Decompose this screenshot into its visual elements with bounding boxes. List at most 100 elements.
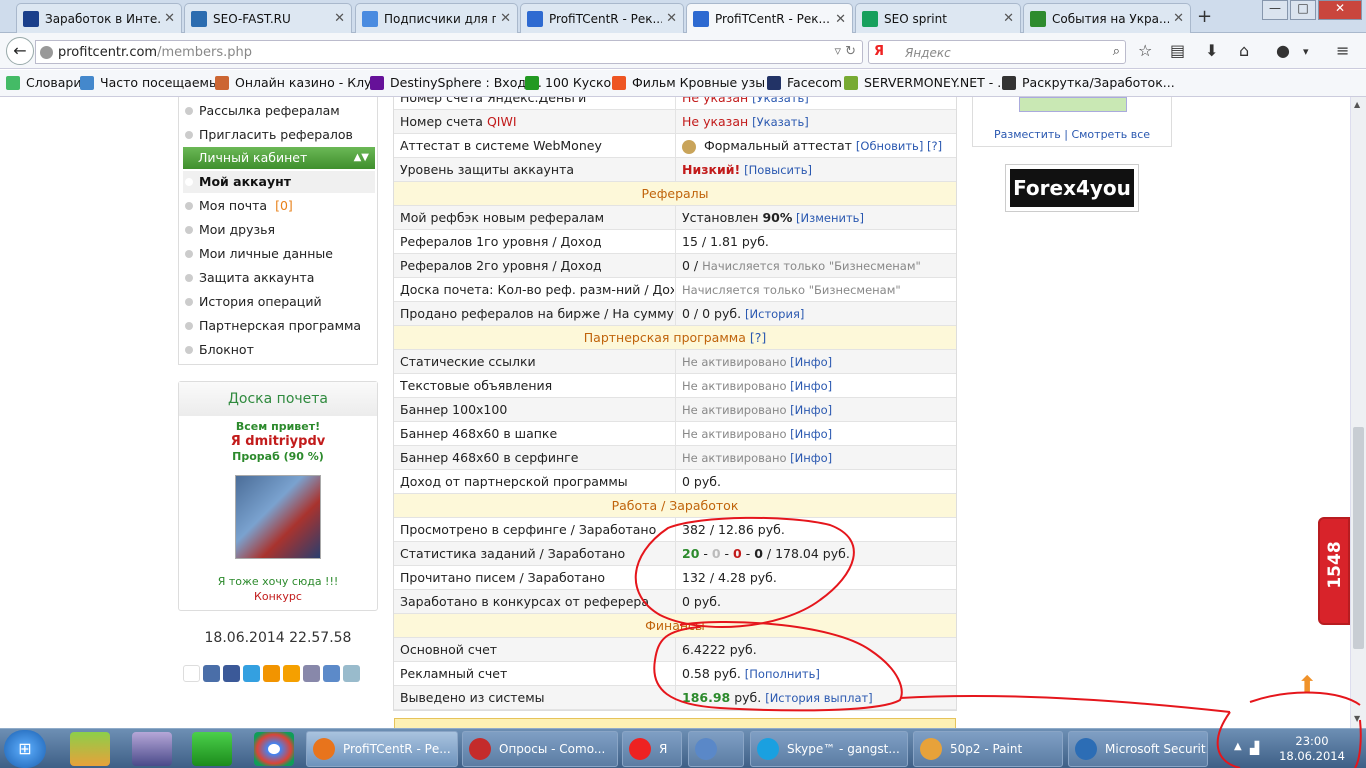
close-icon[interactable]: ✕ bbox=[1003, 11, 1014, 26]
forex-banner[interactable]: Forex4you bbox=[1005, 164, 1139, 212]
taskbar-window-2[interactable]: Опросы - Сomo... bbox=[462, 731, 618, 767]
twitter-icon[interactable] bbox=[243, 665, 260, 682]
new-tab-button[interactable]: + bbox=[1197, 6, 1212, 27]
close-icon[interactable]: ✕ bbox=[1173, 11, 1184, 26]
row-link[interactable]: [Инфо] bbox=[790, 451, 832, 465]
row-link[interactable]: [Пополнить] bbox=[745, 667, 820, 681]
start-button[interactable]: ⊞ bbox=[4, 730, 46, 768]
game-pin-icon[interactable] bbox=[132, 732, 172, 766]
sidebar-section-cabinet[interactable]: Личный кабинет ▲▼ bbox=[183, 147, 375, 169]
bookmark-5[interactable]: 100 Кусков bbox=[525, 75, 619, 90]
taskbar-window-5[interactable]: Skype™ - gangst... bbox=[750, 731, 908, 767]
tab-7[interactable]: События на Укра... ✕ bbox=[1023, 3, 1191, 33]
taskbar-window-7[interactable]: Microsoft Securit... bbox=[1068, 731, 1208, 767]
scroll-top-icon[interactable]: ⬆ bbox=[1297, 671, 1317, 699]
vk-icon[interactable] bbox=[203, 665, 220, 682]
tab-4[interactable]: ProfiTCentR - Рек... ✕ bbox=[520, 3, 684, 33]
tab-2[interactable]: SEO-FAST.RU ✕ bbox=[184, 3, 352, 33]
close-icon[interactable]: ✕ bbox=[835, 12, 846, 27]
tab-1[interactable]: Заработок в Инте... ✕ bbox=[16, 3, 182, 33]
reload-icon[interactable]: ▿ ↻ bbox=[834, 44, 856, 59]
collapse-icon[interactable]: ▲▼ bbox=[354, 147, 369, 169]
pen-icon[interactable] bbox=[303, 665, 320, 682]
sidebar-item-security[interactable]: Защита аккаунта bbox=[185, 270, 314, 285]
taskbar-window-4[interactable] bbox=[688, 731, 744, 767]
a-pin-icon[interactable] bbox=[192, 732, 232, 766]
row-link[interactable]: [Изменить] bbox=[792, 211, 864, 225]
url-bar[interactable]: profitcentr.com/members.php ▿ ↻ bbox=[35, 40, 863, 64]
close-icon[interactable]: ✕ bbox=[666, 11, 677, 26]
row-link[interactable]: [Указать] bbox=[752, 115, 809, 129]
maximize-button[interactable]: □ bbox=[1290, 0, 1316, 20]
row-link[interactable]: [Инфо] bbox=[790, 403, 832, 417]
bookmark-2[interactable]: Часто посещаемые bbox=[80, 75, 227, 90]
row-link[interactable]: [История выплат] bbox=[765, 691, 872, 705]
scroll-down-icon[interactable]: ▼ bbox=[1354, 714, 1360, 723]
tab-5[interactable]: ProfiTCentR - Рек... ✕ bbox=[686, 3, 853, 34]
bookmark-7[interactable]: Facecom bbox=[767, 75, 842, 90]
signal-icon[interactable]: ▟ bbox=[1250, 741, 1259, 755]
banner-links[interactable]: Разместить | Смотреть все bbox=[973, 128, 1171, 141]
facebook-icon[interactable] bbox=[223, 665, 240, 682]
close-window-button[interactable]: ✕ bbox=[1318, 0, 1362, 20]
sidebar-item-personal-data[interactable]: Мои личные данные bbox=[185, 246, 333, 261]
close-icon[interactable]: ✕ bbox=[164, 11, 175, 26]
back-button[interactable]: ← bbox=[6, 37, 34, 65]
taskbar-window-3[interactable]: Я bbox=[622, 731, 682, 767]
chrome-icon[interactable] bbox=[254, 732, 294, 766]
close-icon[interactable]: ✕ bbox=[334, 11, 345, 26]
row-link[interactable]: [Инфо] bbox=[790, 427, 832, 441]
settings-icon[interactable] bbox=[343, 665, 360, 682]
tab-3[interactable]: Подписчики для г... ✕ bbox=[355, 3, 518, 33]
sidebar-item-mail-refs[interactable]: Рассылка рефералам bbox=[185, 103, 340, 118]
taskbar-window-1[interactable]: ProfiTCentR - Ре... bbox=[306, 731, 458, 767]
sidebar-item-invite-refs[interactable]: Пригласить рефералов bbox=[185, 127, 353, 142]
addon-icon[interactable]: ● bbox=[1276, 41, 1290, 60]
sidebar-item-partner[interactable]: Партнерская программа bbox=[185, 318, 361, 333]
help-link[interactable]: [?] bbox=[750, 330, 766, 345]
walker-icon[interactable] bbox=[183, 665, 200, 682]
bookmark-6[interactable]: Фильм Кровные узы ... bbox=[612, 75, 781, 90]
counter-widget[interactable]: 1548 bbox=[1318, 517, 1350, 625]
row-link[interactable]: [Обновить] [?] bbox=[856, 139, 942, 153]
home-icon[interactable]: ⌂ bbox=[1239, 41, 1249, 60]
scroll-up-icon[interactable]: ▲ bbox=[1354, 100, 1360, 109]
row-link[interactable]: [Повысить] bbox=[744, 163, 812, 177]
banner-placeholder[interactable] bbox=[1019, 97, 1127, 112]
download-icon[interactable]: ⬇ bbox=[1205, 41, 1218, 60]
star-icon[interactable]: ☆ bbox=[1138, 41, 1152, 60]
sidebar-item-mail[interactable]: Моя почта [0] bbox=[185, 198, 293, 213]
sidebar-item-friends[interactable]: Мои друзья bbox=[185, 222, 275, 237]
tray-expand-icon[interactable]: ▲ bbox=[1234, 741, 1242, 752]
row-link[interactable]: [Указать] bbox=[752, 97, 809, 105]
bookmark-3[interactable]: Онлайн казино - Клу... bbox=[215, 75, 383, 90]
scroll-thumb[interactable] bbox=[1353, 427, 1364, 649]
taskbar-window-6[interactable]: 50p2 - Paint bbox=[913, 731, 1063, 767]
tab-6[interactable]: SEO sprint ✕ bbox=[855, 3, 1021, 33]
menu-icon[interactable]: ≡ bbox=[1336, 41, 1349, 60]
search-box[interactable]: Я Яндекс ⌕ bbox=[868, 40, 1126, 64]
chevron-down-icon[interactable]: ▾ bbox=[1303, 45, 1309, 58]
scrollbar[interactable]: ▲ ▼ bbox=[1350, 97, 1366, 728]
sidebar-item-my-account[interactable]: Мой аккаунт bbox=[185, 174, 291, 189]
reader-icon[interactable]: ▤ bbox=[1170, 41, 1185, 60]
sidebar-item-history[interactable]: История операций bbox=[185, 294, 322, 309]
clock[interactable]: 23:00 18.06.2014 bbox=[1272, 734, 1352, 764]
row-link[interactable]: [История] bbox=[745, 307, 804, 321]
board-want[interactable]: Я тоже хочу сюда !!! bbox=[179, 575, 377, 588]
close-icon[interactable]: ✕ bbox=[500, 11, 511, 26]
board-user[interactable]: Я dmitriypdv bbox=[179, 434, 377, 449]
board-contest[interactable]: Конкурс bbox=[179, 590, 377, 603]
odnoklassniki-icon[interactable] bbox=[263, 665, 280, 682]
sidebar-item-notepad[interactable]: Блокнот bbox=[185, 342, 254, 357]
minimize-button[interactable]: — bbox=[1262, 0, 1288, 20]
search-icon[interactable]: ⌕ bbox=[1113, 44, 1120, 59]
row-link[interactable]: [Инфо] bbox=[790, 379, 832, 393]
bookmark-4[interactable]: DestinySphere : Вход ... bbox=[370, 75, 542, 90]
friends-icon[interactable] bbox=[323, 665, 340, 682]
user-avatar[interactable] bbox=[235, 475, 321, 559]
bookmark-1[interactable]: Словари bbox=[6, 75, 81, 90]
app-pin-icon[interactable] bbox=[70, 732, 110, 766]
mailru-icon[interactable] bbox=[283, 665, 300, 682]
bookmark-9[interactable]: Раскрутка/Заработок... bbox=[1002, 75, 1175, 90]
